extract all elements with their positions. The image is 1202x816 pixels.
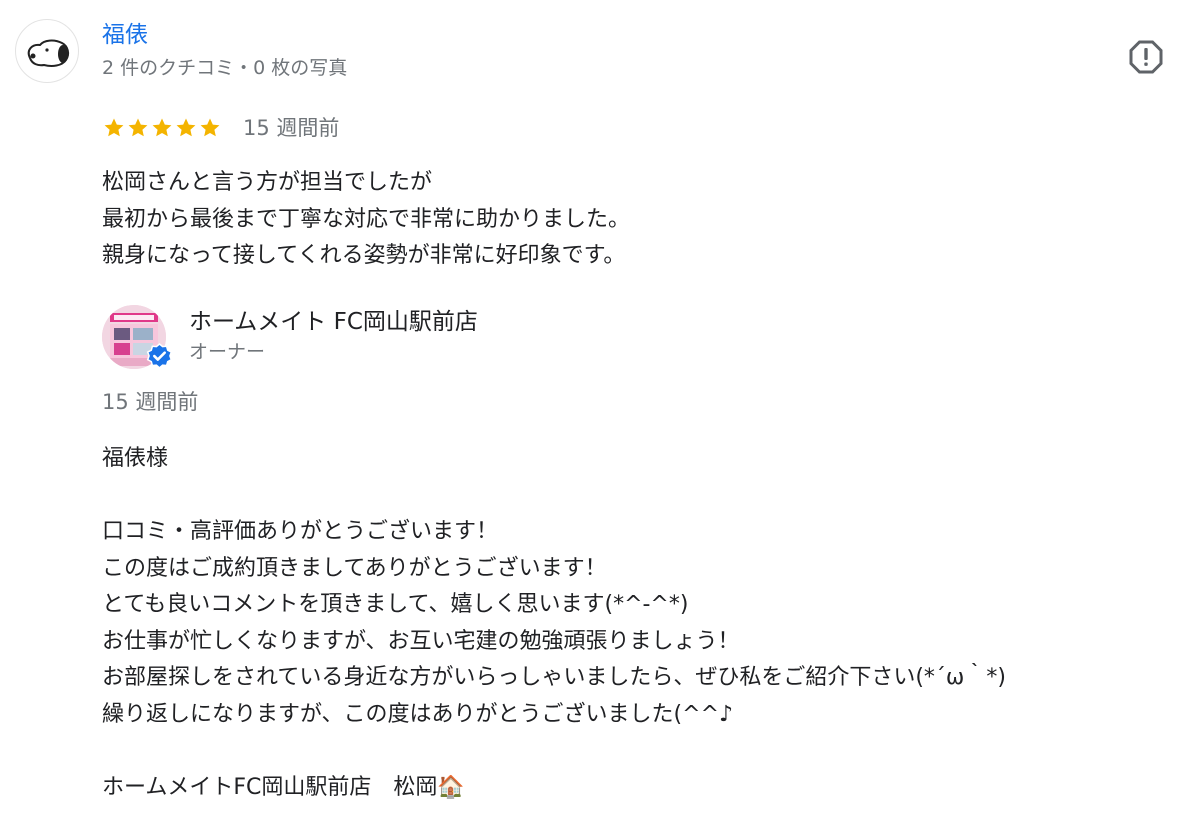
reviewer-avatar[interactable]: [15, 19, 79, 83]
star-icon: [104, 118, 124, 137]
star-icon: [200, 118, 220, 137]
reply-text-line: [102, 733, 1192, 770]
reply-text-line: お部屋探しをされている身近な方がいらっしゃいましたら、ぜひ私をご紹介下さい(*´…: [102, 665, 1006, 690]
review-text-line: 最初から最後まで丁寧な対応で非常に助かりました。: [102, 206, 631, 232]
star-rating: [102, 116, 222, 140]
reply-text-line: ホームメイトFC岡山駅前店 松岡🏠: [102, 774, 465, 800]
owner-role: オーナー: [189, 341, 266, 363]
reply-text-line: この度はご成約頂きましてありがとうございます！: [102, 555, 607, 581]
review-time: 15 週間前: [243, 116, 340, 140]
star-icon: [128, 118, 148, 137]
star-icon: [152, 118, 172, 137]
reply-text-line: [102, 478, 1192, 515]
reply-time: 15 週間前: [102, 390, 199, 414]
owner-avatar[interactable]: [102, 305, 173, 369]
reply-text-line: 福俵様: [102, 446, 169, 471]
snoopy-avatar-icon: [27, 39, 70, 67]
reviewer-name[interactable]: 福俵: [102, 20, 148, 50]
owner-reply-body: 福俵様口コミ・高評価ありがとうございます！ この度はご成約頂きましてありがとうござ…: [102, 441, 1192, 806]
reply-text-line: 口コミ・高評価ありがとうございます！: [102, 519, 499, 544]
owner-name[interactable]: ホームメイト FC岡山駅前店: [189, 306, 478, 338]
reply-text-line: お仕事が忙しくなりますが、お互い宅建の勉強頑張りましょう！: [102, 628, 740, 654]
review-body: 松岡さんと言う方が担当でしたが最初から最後まで丁寧な対応で非常に助かりました。親…: [102, 165, 1162, 275]
reply-text-line: 繰り返しになりますが、この度はありがとうございました(^^♪: [102, 701, 734, 727]
report-flag-icon[interactable]: [1128, 39, 1164, 75]
verified-badge-icon: [146, 343, 173, 370]
rating-row: 15 週間前: [102, 112, 339, 144]
reviewer-stats: 2 件のクチコミ・0 枚の写真: [102, 57, 348, 79]
review-text-line: 親身になって接してくれる姿勢が非常に好印象です。: [102, 243, 626, 268]
star-icon: [176, 118, 196, 137]
reply-text-line: とても良いコメントを頂きまして、嬉しく思います(*^-^*): [102, 592, 689, 617]
review-text-line: 松岡さんと言う方が担当でしたが: [102, 170, 433, 195]
